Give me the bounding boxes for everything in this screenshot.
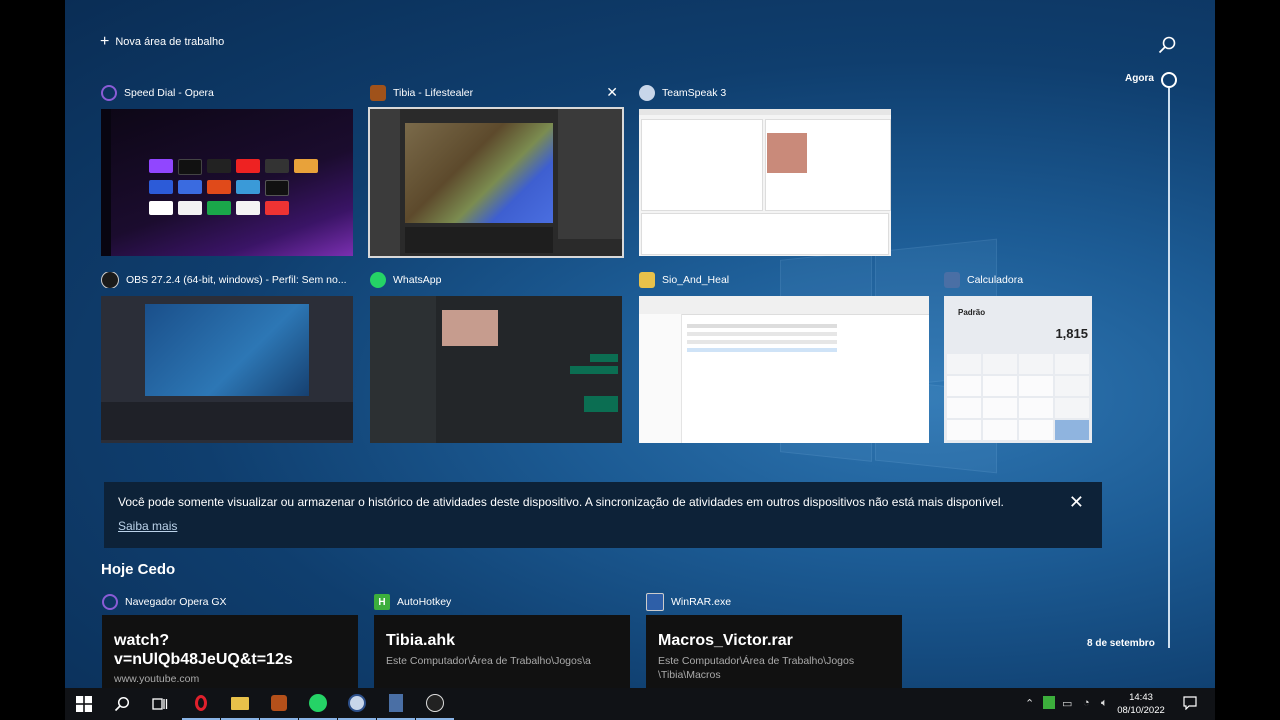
window-teamspeak[interactable]: TeamSpeak 3 — [639, 85, 891, 256]
window-title: Tibia - Lifestealer — [393, 87, 474, 99]
window-title: Calculadora — [967, 274, 1024, 286]
activity-card-opera-gx[interactable]: Navegador Opera GX watch? v=nUlQb48JeUQ&… — [102, 594, 358, 695]
window-calculator[interactable]: Calculadora Padrão 1,815 — [944, 272, 1092, 443]
task-view: + Nova área de trabalho Agora 8 de setem… — [65, 0, 1215, 720]
window-thumbnail — [101, 109, 353, 256]
calculator-mode: Padrão — [958, 308, 986, 317]
network-icon[interactable]: ▭ — [1062, 697, 1072, 710]
timeline-date-label: 8 de setembro — [1087, 638, 1155, 649]
opera-icon — [195, 695, 207, 711]
activity-title: Macros_Victor.rar — [658, 632, 793, 649]
activity-card[interactable]: watch? v=nUlQb48JeUQ&t=12s www.youtube.c… — [102, 615, 358, 695]
activity-app-name: Navegador Opera GX — [125, 596, 227, 608]
folder-icon — [231, 696, 249, 710]
notice-text: Você pode somente visualizar ou armazena… — [118, 495, 1004, 509]
taskbar-search-button[interactable] — [103, 688, 141, 720]
opera-icon — [101, 85, 117, 101]
clock-time: 14:43 — [1129, 692, 1153, 703]
timeline-track[interactable] — [1168, 88, 1170, 648]
volume-icon[interactable]: 🔈︎ — [1101, 697, 1108, 710]
show-hidden-icons-chevron-icon[interactable]: ⌃ — [1025, 697, 1034, 710]
window-title: OBS 27.2.4 (64-bit, windows) - Perfil: S… — [126, 274, 347, 286]
window-tibia[interactable]: Tibia - Lifestealer ✕ — [368, 85, 624, 258]
taskbar-clock[interactable]: 14:43 08/10/2022 — [1111, 691, 1171, 717]
calculator-icon — [389, 694, 403, 712]
activity-history-notice: Você pode somente visualizar ou armazena… — [104, 482, 1102, 548]
activity-subtitle: Este Computador\Área de Trabalho\Jogos — [658, 655, 855, 667]
calculator-icon — [944, 272, 960, 288]
tray-app-icon[interactable]: ◔ — [1083, 697, 1090, 709]
taskbar-app-tibia[interactable] — [260, 688, 298, 720]
activity-subtitle-line2: \Tibia\Macros — [658, 669, 721, 681]
window-obs[interactable]: OBS 27.2.4 (64-bit, windows) - Perfil: S… — [101, 272, 353, 443]
search-icon[interactable] — [1158, 36, 1176, 54]
taskbar-app-whatsapp[interactable] — [299, 688, 337, 720]
window-thumbnail: Padrão 1,815 — [944, 296, 1092, 443]
task-view-icon — [152, 698, 168, 710]
activity-card-autohotkey[interactable]: H AutoHotkey Tibia.ahk Este Computador\Á… — [374, 594, 630, 695]
notifications-icon[interactable] — [1183, 696, 1197, 713]
tibia-icon — [370, 85, 386, 101]
activity-subtitle: www.youtube.com — [114, 673, 200, 685]
calculator-display: 1,815 — [1055, 326, 1088, 341]
window-opera[interactable]: Speed Dial - Opera — [101, 85, 353, 256]
new-desktop-label: Nova área de trabalho — [115, 36, 225, 48]
plus-icon: + — [100, 33, 110, 50]
autohotkey-icon: H — [374, 594, 390, 610]
taskbar-app-teamspeak[interactable] — [338, 688, 376, 720]
activity-card[interactable]: Macros_Victor.rar Este Computador\Área d… — [646, 615, 902, 695]
window-title: WhatsApp — [393, 274, 442, 286]
search-icon — [114, 696, 130, 712]
teamspeak-icon — [348, 694, 366, 712]
window-thumbnail — [368, 107, 624, 258]
window-title: Sio_And_Heal — [662, 274, 730, 286]
whatsapp-icon — [370, 272, 386, 288]
obs-icon — [426, 694, 444, 712]
opera-gx-icon — [102, 594, 118, 610]
taskbar-app-obs[interactable] — [416, 688, 454, 720]
window-file-explorer[interactable]: Sio_And_Heal — [639, 272, 929, 443]
start-button[interactable] — [65, 688, 103, 720]
activity-card[interactable]: Tibia.ahk Este Computador\Área de Trabal… — [374, 615, 630, 695]
autohotkey-tray-icon[interactable] — [1043, 696, 1055, 709]
teamspeak-icon — [639, 85, 655, 101]
learn-more-link[interactable]: Saiba mais — [118, 519, 177, 533]
task-view-button[interactable] — [141, 688, 179, 720]
window-title: TeamSpeak 3 — [662, 87, 727, 99]
timeline-handle[interactable] — [1161, 72, 1177, 88]
activity-card-winrar[interactable]: WinRAR.exe Macros_Victor.rar Este Comput… — [646, 593, 902, 695]
whatsapp-icon — [309, 694, 327, 712]
tibia-icon — [271, 695, 287, 711]
activity-subtitle: Este Computador\Área de Trabalho\Jogos\a — [386, 655, 591, 667]
close-icon[interactable]: ✕ — [1069, 492, 1084, 513]
obs-icon — [101, 272, 119, 288]
section-title: Hoje Cedo — [101, 561, 176, 578]
windows-icon — [76, 696, 92, 712]
window-whatsapp[interactable]: WhatsApp — [370, 272, 622, 443]
winrar-icon — [646, 593, 664, 611]
activity-app-name: WinRAR.exe — [671, 596, 732, 608]
activity-title: Tibia.ahk — [386, 632, 456, 649]
window-thumbnail — [101, 296, 353, 443]
activity-app-name: AutoHotkey — [397, 596, 452, 608]
window-thumbnail — [639, 109, 891, 256]
taskbar: ⌃ ▭ ◔ 🔈︎ 14:43 08/10/2022 — [65, 688, 1215, 720]
taskbar-app-explorer[interactable] — [221, 688, 259, 720]
clock-date: 08/10/2022 — [1117, 705, 1165, 716]
taskbar-app-calculator[interactable] — [377, 688, 415, 720]
close-window-icon[interactable]: ✕ — [606, 85, 618, 99]
taskbar-app-opera[interactable] — [182, 688, 220, 720]
window-title: Speed Dial - Opera — [124, 87, 214, 99]
new-desktop-button[interactable]: + Nova área de trabalho — [100, 33, 225, 50]
timeline-now-label: Agora — [1125, 73, 1154, 84]
folder-icon — [639, 272, 655, 288]
activity-title-line2: v=nUlQb48JeUQ&t=12s — [114, 651, 293, 668]
window-thumbnail — [639, 296, 929, 443]
activity-title: watch? — [114, 632, 170, 649]
window-thumbnail — [370, 296, 622, 443]
